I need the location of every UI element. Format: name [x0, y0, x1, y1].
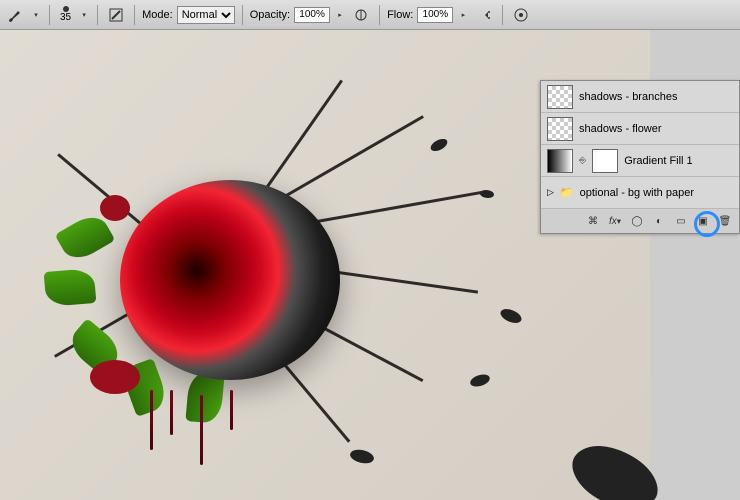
- link-layers-icon[interactable]: ⌘: [585, 213, 601, 229]
- feather: [479, 188, 495, 199]
- pressure-opacity-icon[interactable]: [350, 4, 372, 26]
- layer-name: optional - bg with paper: [580, 187, 694, 199]
- feather: [562, 429, 667, 500]
- delete-layer-icon[interactable]: 🗑: [717, 213, 733, 229]
- layer-thumbnail: [547, 85, 573, 109]
- layer-row[interactable]: shadows - branches: [541, 81, 739, 113]
- separator: [134, 5, 135, 25]
- layer-name: shadows - flower: [579, 123, 662, 135]
- separator: [379, 5, 380, 25]
- opacity-input[interactable]: [294, 7, 330, 23]
- feather: [429, 137, 449, 153]
- brush-preset-dropdown-icon[interactable]: ▾: [78, 7, 90, 23]
- separator: [502, 5, 503, 25]
- new-group-icon[interactable]: ▭: [673, 213, 689, 229]
- feather: [469, 373, 491, 387]
- blood-drip: [200, 395, 203, 465]
- adjustment-layer-icon[interactable]: ◐: [651, 213, 667, 229]
- blood-drip: [230, 390, 233, 430]
- mode-label: Mode:: [142, 9, 173, 21]
- tool-options-bar: ▾ 35 ▾ Mode: Normal Opacity: ▸ Flow: ▸: [0, 0, 740, 30]
- separator: [49, 5, 50, 25]
- layer-thumbnail: [547, 117, 573, 141]
- layer-name: shadows - branches: [579, 91, 677, 103]
- layers-panel: shadows - branches shadows - flower ⎆ Gr…: [540, 80, 740, 234]
- layer-mask-thumbnail: [592, 149, 618, 173]
- separator: [97, 5, 98, 25]
- layer-name: Gradient Fill 1: [624, 155, 692, 167]
- brush-tool-icon[interactable]: [4, 4, 26, 26]
- layer-thumbnail: [547, 149, 573, 173]
- blood-splatter: [100, 195, 130, 221]
- brush-size-value: 35: [60, 12, 71, 23]
- layers-panel-footer: ⌘ fx▾ ◯ ◐ ▭ ▣ 🗑: [541, 209, 739, 233]
- layer-group-row[interactable]: ▷ 📁 optional - bg with paper: [541, 177, 739, 209]
- separator: [242, 5, 243, 25]
- blood-drip: [170, 390, 173, 435]
- layer-fx-icon[interactable]: fx▾: [607, 213, 623, 229]
- new-layer-icon[interactable]: ▣: [695, 213, 711, 229]
- flow-dropdown-icon[interactable]: ▸: [457, 7, 469, 23]
- folder-icon: 📁: [560, 186, 574, 199]
- disclosure-triangle-icon[interactable]: ▷: [547, 187, 554, 198]
- layer-row[interactable]: shadows - flower: [541, 113, 739, 145]
- blood-splatter: [90, 360, 140, 394]
- opacity-label: Opacity:: [250, 9, 290, 21]
- blood-drip: [150, 390, 153, 450]
- feather: [349, 446, 376, 466]
- brush-preset-picker[interactable]: 35: [57, 6, 74, 23]
- flow-input[interactable]: [417, 7, 453, 23]
- feather: [498, 305, 523, 326]
- add-mask-icon[interactable]: ◯: [629, 213, 645, 229]
- flow-label: Flow:: [387, 9, 413, 21]
- blend-mode-select[interactable]: Normal: [177, 6, 235, 24]
- pressure-size-icon[interactable]: [510, 4, 532, 26]
- rose: [120, 180, 340, 380]
- brush-panel-toggle-icon[interactable]: [105, 4, 127, 26]
- link-icon: ⎆: [579, 155, 586, 166]
- layer-row[interactable]: ⎆ Gradient Fill 1: [541, 145, 739, 177]
- airbrush-icon[interactable]: [473, 4, 495, 26]
- tool-preset-dropdown-icon[interactable]: ▾: [30, 7, 42, 23]
- opacity-dropdown-icon[interactable]: ▸: [334, 7, 346, 23]
